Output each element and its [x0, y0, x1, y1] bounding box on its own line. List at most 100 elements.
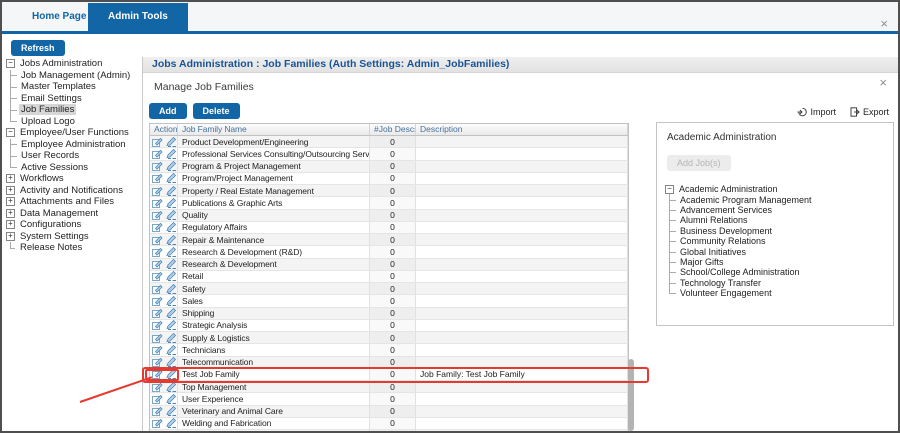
- edit-description-icon[interactable]: [166, 382, 177, 392]
- edit-icon[interactable]: [152, 296, 163, 306]
- table-row[interactable]: Professional Services Consulting/Outsour…: [150, 148, 628, 160]
- table-row[interactable]: Supply & Logistics0: [150, 332, 628, 344]
- sidebar-item[interactable]: +Configurations: [6, 219, 141, 231]
- edit-description-icon[interactable]: [166, 357, 177, 367]
- tree-item[interactable]: Advancement Services: [665, 205, 893, 215]
- edit-description-icon[interactable]: [166, 210, 177, 220]
- edit-icon[interactable]: [152, 235, 163, 245]
- edit-description-icon[interactable]: [166, 418, 177, 428]
- tree-item[interactable]: Major Gifts: [665, 257, 893, 267]
- sidebar-item[interactable]: Upload Logo: [6, 116, 141, 128]
- edit-description-icon[interactable]: [166, 247, 177, 257]
- table-row[interactable]: Technicians0: [150, 344, 628, 356]
- table-row[interactable]: Welding and Fabrication0: [150, 418, 628, 430]
- edit-icon[interactable]: [152, 259, 163, 269]
- table-row[interactable]: Program/Project Management0: [150, 173, 628, 185]
- edit-description-icon[interactable]: [166, 149, 177, 159]
- table-row[interactable]: Publications & Graphic Arts0: [150, 197, 628, 209]
- edit-description-icon[interactable]: [166, 137, 177, 147]
- table-row[interactable]: Retail0: [150, 271, 628, 283]
- edit-icon[interactable]: [152, 186, 163, 196]
- edit-description-icon[interactable]: [166, 406, 177, 416]
- table-row[interactable]: Quality0: [150, 210, 628, 222]
- edit-icon[interactable]: [152, 406, 163, 416]
- edit-icon[interactable]: [152, 394, 163, 404]
- tree-item[interactable]: Volunteer Engagement: [665, 288, 893, 298]
- edit-description-icon[interactable]: [166, 198, 177, 208]
- edit-description-icon[interactable]: [166, 369, 177, 379]
- table-scrollbar[interactable]: [628, 359, 634, 431]
- table-row[interactable]: Research & Development0: [150, 259, 628, 271]
- table-row[interactable]: Property / Real Estate Management0: [150, 185, 628, 197]
- expand-icon[interactable]: +: [6, 174, 15, 183]
- edit-description-icon[interactable]: [166, 186, 177, 196]
- edit-description-icon[interactable]: [166, 333, 177, 343]
- table-row[interactable]: Strategic Analysis0: [150, 320, 628, 332]
- sidebar-item[interactable]: User Records: [6, 150, 141, 162]
- table-row[interactable]: Research & Development (R&D)0: [150, 246, 628, 258]
- sidebar-item[interactable]: Active Sessions: [6, 162, 141, 174]
- sidebar-item[interactable]: Job Management (Admin): [6, 70, 141, 82]
- sidebar-item[interactable]: Release Notes: [6, 242, 141, 254]
- edit-icon[interactable]: [152, 345, 163, 355]
- table-row[interactable]: Telecommunication0: [150, 357, 628, 369]
- column-header-description[interactable]: Description: [416, 124, 628, 135]
- sidebar-item[interactable]: Master Templates: [6, 81, 141, 93]
- edit-description-icon[interactable]: [166, 259, 177, 269]
- add-jobs-button[interactable]: Add Job(s): [667, 155, 731, 171]
- edit-description-icon[interactable]: [166, 284, 177, 294]
- tree-item[interactable]: School/College Administration: [665, 267, 893, 277]
- tree-item[interactable]: Technology Transfer: [665, 278, 893, 288]
- edit-description-icon[interactable]: [166, 296, 177, 306]
- table-row[interactable]: Shipping0: [150, 308, 628, 320]
- tree-root-item[interactable]: −Academic Administration: [665, 184, 893, 194]
- sidebar-item[interactable]: +Attachments and Files: [6, 196, 141, 208]
- sidebar-item[interactable]: −Jobs Administration: [6, 58, 141, 70]
- edit-description-icon[interactable]: [166, 161, 177, 171]
- table-row[interactable]: Regulatory Affairs0: [150, 222, 628, 234]
- edit-icon[interactable]: [152, 198, 163, 208]
- edit-icon[interactable]: [152, 308, 163, 318]
- collapse-icon[interactable]: −: [6, 59, 15, 68]
- column-header--job-descs[interactable]: #Job Descs ▴: [370, 124, 416, 135]
- edit-icon[interactable]: [152, 284, 163, 294]
- sidebar-item[interactable]: Email Settings: [6, 93, 141, 105]
- collapse-icon[interactable]: −: [6, 128, 15, 137]
- sidebar-item[interactable]: Employee Administration: [6, 139, 141, 151]
- sidebar-item[interactable]: Job Families: [6, 104, 141, 116]
- table-row[interactable]: Repair & Maintenance0: [150, 234, 628, 246]
- edit-description-icon[interactable]: [166, 394, 177, 404]
- edit-icon[interactable]: [152, 161, 163, 171]
- table-row[interactable]: Test Job Family0Job Family: Test Job Fam…: [150, 369, 628, 381]
- column-header-action[interactable]: Action: [150, 124, 178, 135]
- column-header-job-family-name[interactable]: Job Family Name: [178, 124, 370, 135]
- edit-icon[interactable]: [152, 357, 163, 367]
- tree-item[interactable]: Community Relations: [665, 236, 893, 246]
- refresh-button[interactable]: Refresh: [11, 40, 65, 56]
- edit-icon[interactable]: [152, 210, 163, 220]
- table-row[interactable]: Safety0: [150, 283, 628, 295]
- edit-icon[interactable]: [152, 149, 163, 159]
- close-panel-icon[interactable]: ×: [879, 78, 887, 88]
- expand-icon[interactable]: +: [6, 209, 15, 218]
- export-link[interactable]: Export: [850, 107, 889, 117]
- tab-admin-tools[interactable]: Admin Tools: [88, 3, 188, 31]
- sidebar-item[interactable]: +Workflows: [6, 173, 141, 185]
- table-row[interactable]: Program & Project Management0: [150, 161, 628, 173]
- sidebar-item[interactable]: +Activity and Notifications: [6, 185, 141, 197]
- edit-icon[interactable]: [152, 173, 163, 183]
- edit-icon[interactable]: [152, 271, 163, 281]
- edit-icon[interactable]: [152, 369, 163, 379]
- expand-icon[interactable]: +: [6, 220, 15, 229]
- table-row[interactable]: User Experience0: [150, 393, 628, 405]
- collapse-icon[interactable]: −: [665, 185, 674, 194]
- expand-icon[interactable]: +: [6, 197, 15, 206]
- tree-item[interactable]: Global Initiatives: [665, 246, 893, 256]
- table-row[interactable]: Sales0: [150, 295, 628, 307]
- edit-description-icon[interactable]: [166, 173, 177, 183]
- close-icon[interactable]: ×: [880, 19, 888, 29]
- tree-item[interactable]: Business Development: [665, 226, 893, 236]
- edit-description-icon[interactable]: [166, 271, 177, 281]
- table-row[interactable]: Top Management0: [150, 381, 628, 393]
- table-row[interactable]: Veterinary and Animal Care0: [150, 406, 628, 418]
